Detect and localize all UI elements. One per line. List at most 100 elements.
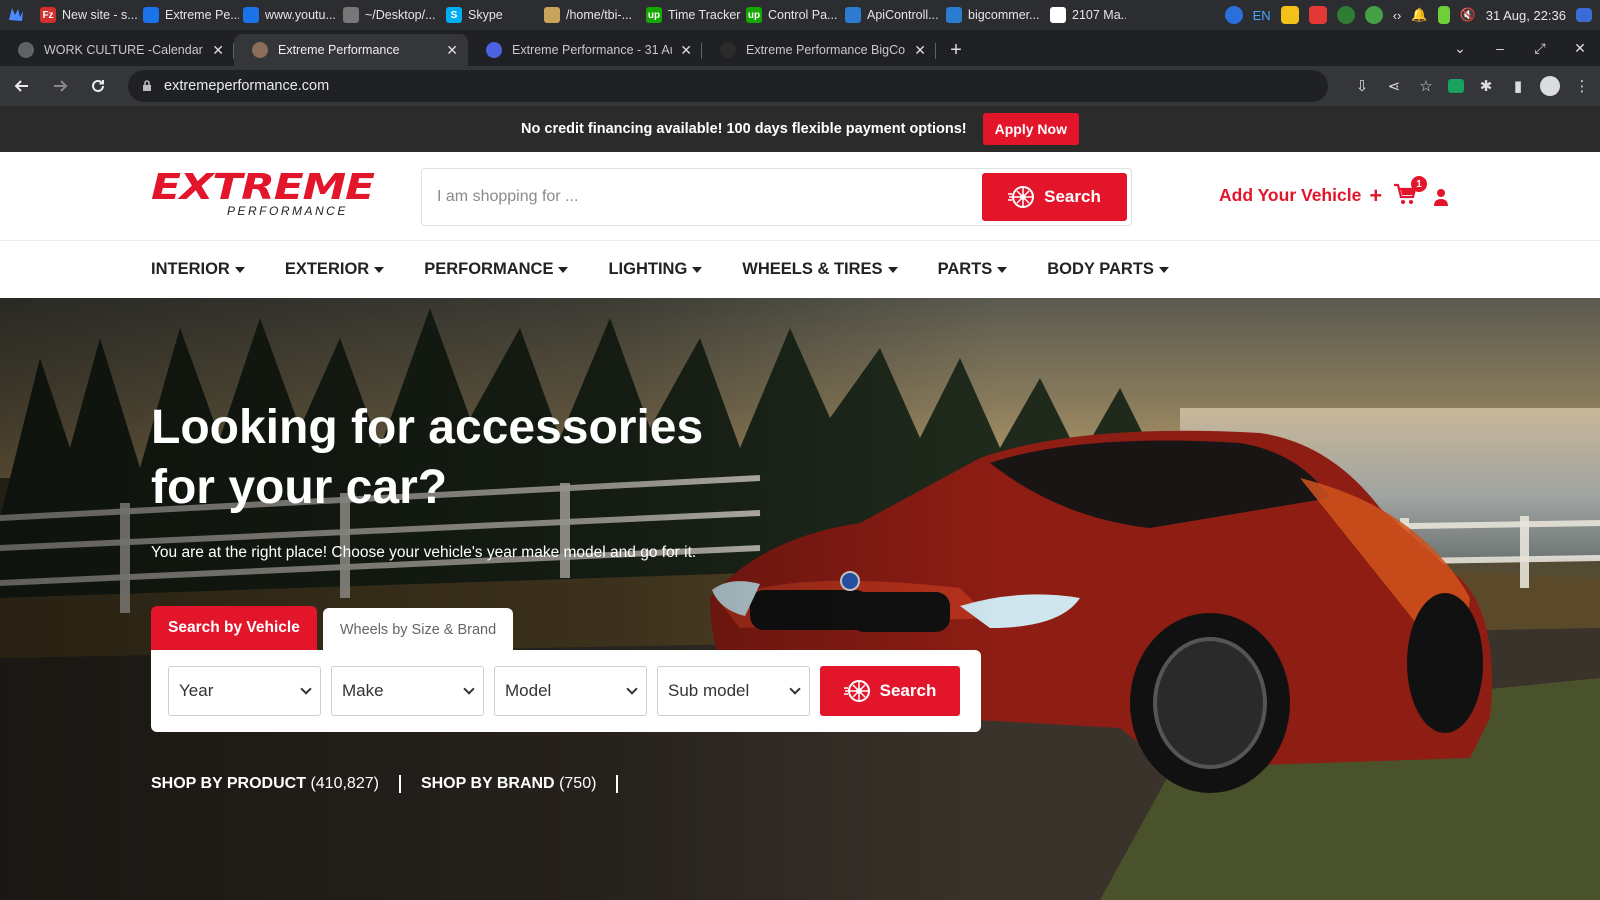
taskbar-app[interactable]: /home/tbi-... [540,0,642,30]
model-select[interactable]: Model [494,666,647,716]
code-icon[interactable]: ‹› [1393,8,1402,23]
shop-by-product-link[interactable]: SHOP BY PRODUCT (410,827) [151,775,379,793]
promo-text: No credit financing available! 100 days … [521,121,967,137]
taskbar-app-label: www.youtu... [265,8,336,22]
make-select[interactable]: Make [331,666,484,716]
browser-tab[interactable]: Extreme Performance - 31 Aug ✕ [468,34,702,66]
browser-tab[interactable]: Extreme Performance ✕ [234,34,468,66]
close-window-button[interactable]: ✕ [1560,40,1600,57]
nav-item-lighting[interactable]: LIGHTING [608,260,703,279]
taskbar-app[interactable]: Fz New site - s... [36,0,139,30]
show-desktop-icon[interactable] [1576,8,1592,22]
nav-item-performance[interactable]: PERFORMANCE [424,260,569,279]
close-tab-icon[interactable]: ✕ [212,42,224,59]
lock-icon [143,80,151,91]
shop-by-product-count: (410,827) [310,775,379,792]
install-app-icon[interactable]: ⇩ [1352,76,1372,96]
reload-button[interactable] [82,70,114,102]
user-account-icon[interactable] [1434,188,1448,206]
taskbar-app[interactable]: 2107 Ma... [1046,0,1126,30]
close-tab-icon[interactable]: ✕ [914,42,926,59]
sync-icon[interactable] [1224,6,1243,24]
vehicle-search-tabs: Search by Vehicle Wheels by Size & Brand [151,606,514,652]
shop-by-brand-label: SHOP BY BRAND [420,775,555,792]
taskbar-app[interactable]: up Control Pa... [742,0,841,30]
system-tray: EN ‹› 🔔 🔇 31 Aug, 22:36 [1224,0,1600,30]
url-text: extremeperformance.com [164,78,330,94]
cart-count-badge: 1 [1411,176,1427,192]
favicon-icon [18,42,34,58]
forward-button[interactable] [44,70,76,102]
taskbar-app-label: New site - s... [62,8,138,22]
profile-avatar-icon[interactable] [1540,76,1560,96]
app-icon: up [746,7,762,23]
browser-tab[interactable]: Extreme Performance BigComm ✕ [702,34,936,66]
close-tab-icon[interactable]: ✕ [680,42,692,59]
menu-dots-icon[interactable]: ⋮ [1572,76,1592,96]
taskbar-app[interactable]: www.youtu... [239,0,339,30]
search-input[interactable] [422,188,982,206]
vehicle-search-panel: Year Make Model Sub model Search [151,650,981,732]
bookmark-star-icon[interactable]: ☆ [1416,76,1436,96]
extensions-puzzle-icon[interactable]: ✱ [1476,76,1496,96]
os-taskbar: Fz New site - s... Extreme Pe... www.youtu.… [0,0,1600,30]
cart-button[interactable]: 1 [1393,176,1427,208]
taskbar-app[interactable]: up Time Tracker [642,0,742,30]
clock[interactable]: 31 Aug, 22:36 [1486,8,1566,23]
nav-item-parts[interactable]: PARTS [938,260,1008,279]
apply-now-button[interactable]: Apply Now [982,113,1079,145]
nav-item-body-parts[interactable]: BODY PARTS [1047,260,1169,279]
nav-item-interior[interactable]: INTERIOR [151,260,245,279]
hero-subtitle: You are at the right place! Choose your … [151,544,697,561]
browser-tabstrip: WORK CULTURE -Calendar Holi✕Extreme Perf… [0,30,1600,66]
restore-button[interactable]: ⤢ [1520,40,1560,57]
tab-search-by-vehicle[interactable]: Search by Vehicle [151,606,317,650]
chevron-down-icon [300,683,312,695]
tab-wheels-by-size-brand[interactable]: Wheels by Size & Brand [322,608,514,652]
nav-item-label: WHEELS & TIRES [742,260,883,278]
volume-muted-icon[interactable]: 🔇 [1460,7,1476,23]
caret-down-icon [234,266,245,273]
taskbar-app[interactable]: S Skype [442,0,540,30]
bell-icon[interactable]: 🔔 [1411,7,1427,23]
anydesk-icon[interactable] [1308,6,1327,24]
minimize-button[interactable]: – [1480,40,1520,56]
taskbar-app[interactable]: Extreme Pe... [139,0,239,30]
taskbar-app[interactable]: ApiControll... [841,0,942,30]
app-launcher-icon[interactable] [0,0,36,30]
search-button[interactable]: Search [982,173,1127,221]
keyboard-language[interactable]: EN [1253,8,1271,23]
submodel-select[interactable]: Sub model [657,666,810,716]
tab-title: Extreme Performance [278,43,400,57]
nav-item-exterior[interactable]: EXTERIOR [284,260,385,279]
add-vehicle-link[interactable]: Add Your Vehicle + [1219,184,1382,206]
taskbar-app[interactable]: ~/Desktop/... [339,0,442,30]
extension-green-icon[interactable] [1448,79,1464,93]
browser-tab[interactable]: WORK CULTURE -Calendar Holi ✕ [0,34,234,66]
hero-dark-overlay [0,298,1000,900]
app-icon [845,7,861,23]
hero-banner: Looking for accessories for your car? Yo… [0,298,1600,900]
app-icon: S [446,7,462,23]
vehicle-search-button[interactable]: Search [820,666,960,716]
share-icon[interactable]: ⋖ [1384,76,1404,96]
shop-by-brand-link[interactable]: SHOP BY BRAND (750) [421,775,596,793]
notes-icon[interactable] [1280,6,1299,24]
vpn-icon[interactable] [1336,6,1355,24]
nav-item-label: LIGHTING [608,260,688,278]
favicon-icon [252,42,268,58]
nav-item-label: EXTERIOR [284,260,370,278]
tab-search-icon[interactable]: ⌄ [1440,40,1480,57]
site-logo[interactable]: EXTREME PERFORMANCE [151,170,375,220]
check-icon[interactable] [1364,6,1383,24]
app-icon [544,7,560,23]
nav-item-wheels-tires[interactable]: WHEELS & TIRES [742,260,898,279]
new-tab-button[interactable]: + [936,34,976,66]
site-header: EXTREME PERFORMANCE Search Add Your Vehi… [0,152,1600,240]
year-select[interactable]: Year [168,666,321,716]
taskbar-app[interactable]: bigcommer... [942,0,1046,30]
back-button[interactable] [6,70,38,102]
side-panel-icon[interactable]: ▮ [1508,76,1528,96]
address-bar[interactable]: extremeperformance.com [128,70,1328,102]
close-tab-icon[interactable]: ✕ [446,42,458,59]
